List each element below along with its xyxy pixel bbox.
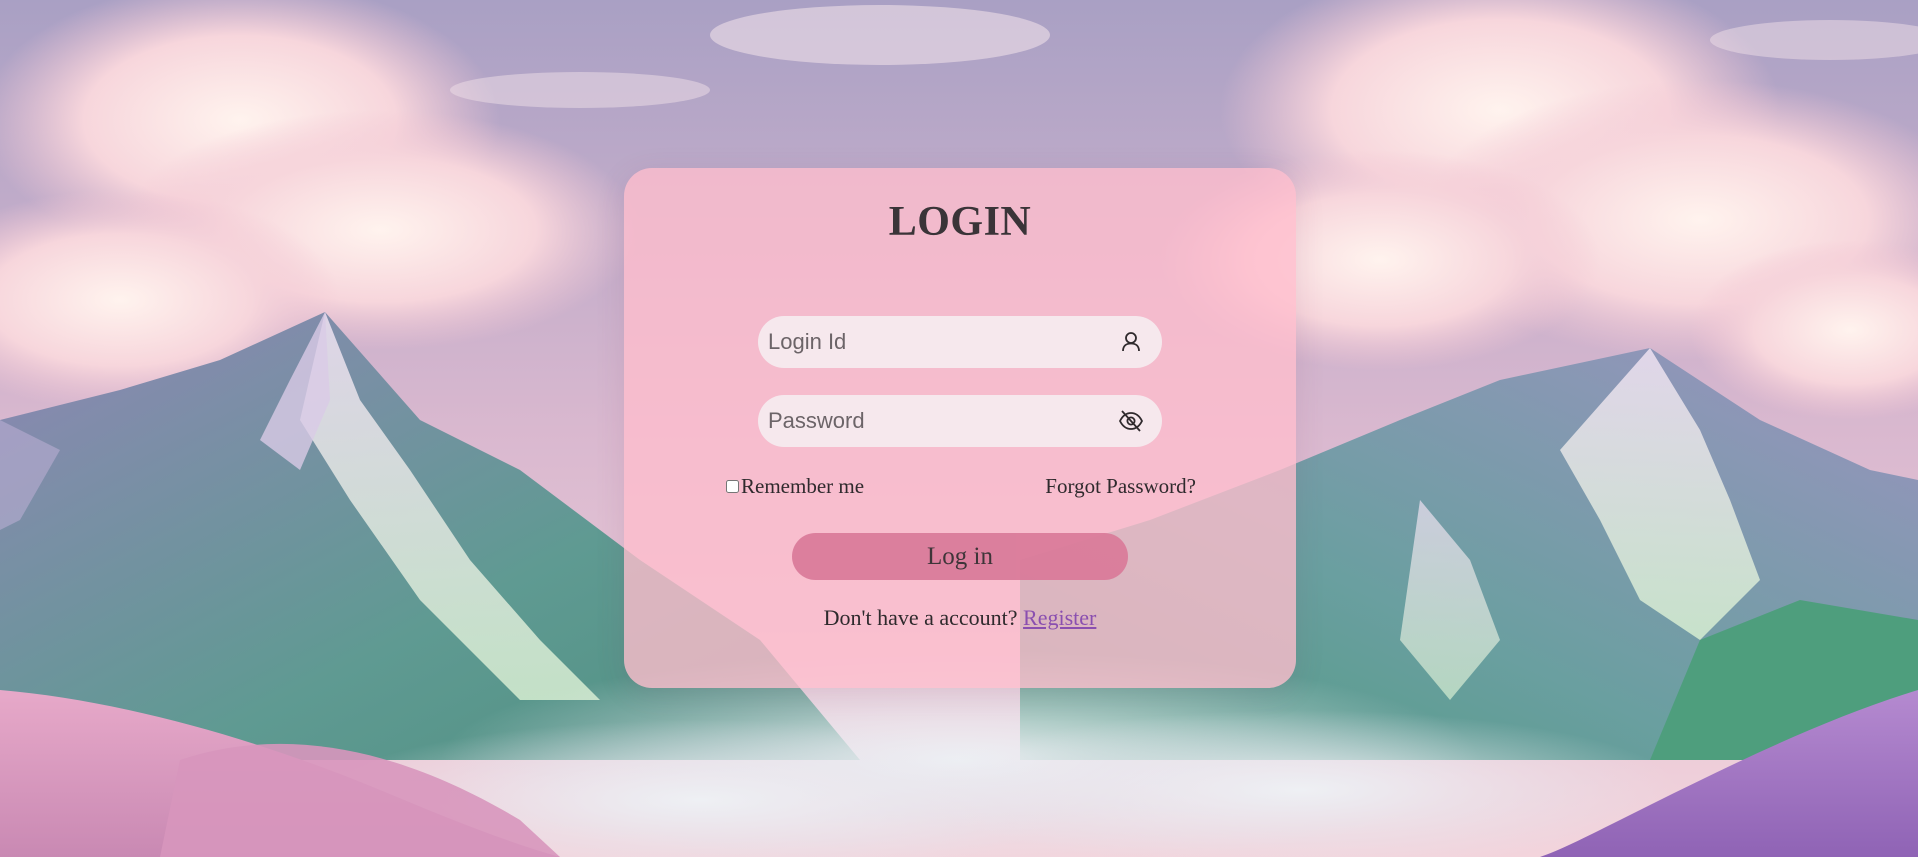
forgot-password-link[interactable]: Forgot Password? xyxy=(1045,474,1196,499)
eye-slash-icon[interactable] xyxy=(1118,408,1144,434)
login-id-input[interactable] xyxy=(768,316,1098,368)
remember-me-label: Remember me xyxy=(741,474,865,498)
login-button[interactable]: Log in xyxy=(792,533,1128,580)
password-input[interactable] xyxy=(768,395,1098,447)
remember-me[interactable]: Remember me xyxy=(726,474,864,499)
register-prompt: Don't have a account? Register xyxy=(624,605,1296,631)
register-prompt-text: Don't have a account? xyxy=(823,605,1018,630)
user-icon xyxy=(1118,329,1144,355)
remember-me-checkbox[interactable] xyxy=(726,480,739,493)
register-link[interactable]: Register xyxy=(1023,605,1096,630)
login-title: LOGIN xyxy=(888,199,1032,245)
password-field[interactable] xyxy=(758,395,1162,447)
login-card: LOGIN Remember me Forgot Password? Log i… xyxy=(624,168,1296,688)
login-id-field[interactable] xyxy=(758,316,1162,368)
